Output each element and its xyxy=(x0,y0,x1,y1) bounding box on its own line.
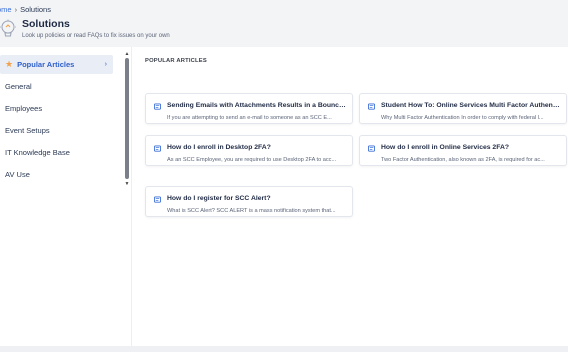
scroll-down-arrow-icon[interactable]: ▼ xyxy=(124,181,130,187)
article-icon xyxy=(154,145,161,152)
article-icon xyxy=(368,103,375,110)
article-title[interactable]: How do I enroll in Online Services 2FA? xyxy=(381,144,561,151)
sidebar-item-label: General xyxy=(5,82,32,91)
category-sidebar: ★ Popular Articles › General Employees Ev… xyxy=(0,47,123,346)
article-card[interactable]: Sending Emails with Attachments Results … xyxy=(145,93,353,124)
scroll-up-arrow-icon[interactable]: ▲ xyxy=(124,51,130,57)
sidebar-item-employees[interactable]: Employees xyxy=(0,99,116,118)
article-card[interactable]: How do I enroll in Online Services 2FA? … xyxy=(359,135,567,166)
article-title[interactable]: Sending Emails with Attachments Results … xyxy=(167,102,347,109)
article-title[interactable]: How do I register for SCC Alert? xyxy=(167,195,347,202)
breadcrumb-separator: › xyxy=(14,5,18,14)
article-description: As an SCC Employee, you are required to … xyxy=(167,157,337,163)
sidebar-item-label: Employees xyxy=(5,104,43,113)
article-title[interactable]: How do I enroll in Desktop 2FA? xyxy=(167,144,347,151)
article-description: If you are attempting to send an e-mail … xyxy=(167,115,332,121)
article-card[interactable]: How do I register for SCC Alert? What is… xyxy=(145,186,353,217)
article-icon xyxy=(154,196,161,203)
lightbulb-icon xyxy=(0,19,16,37)
page-header: ome›Solutions Solutions Look up policies… xyxy=(0,0,568,47)
article-description: Why Multi Factor Authentication In order… xyxy=(381,115,544,121)
footer-bar xyxy=(0,346,568,352)
article-icon xyxy=(368,145,375,152)
articles-content: POPULAR ARTICLES Sending Emails with Att… xyxy=(132,47,568,346)
section-label: POPULAR ARTICLES xyxy=(145,58,207,64)
sidebar-item-general[interactable]: General xyxy=(0,77,116,96)
article-icon xyxy=(154,103,161,110)
page-title: Solutions xyxy=(22,18,70,30)
article-card[interactable]: Student How To: Online Services Multi Fa… xyxy=(359,93,567,124)
page-subtitle: Look up policies or read FAQs to fix iss… xyxy=(22,33,170,39)
sidebar-scrollbar[interactable]: ▲ ▼ xyxy=(124,51,130,189)
article-title[interactable]: Student How To: Online Services Multi Fa… xyxy=(381,102,561,109)
article-card[interactable]: How do I enroll in Desktop 2FA? As an SC… xyxy=(145,135,353,166)
scrollbar-thumb[interactable] xyxy=(125,58,129,179)
main-panel: ★ Popular Articles › General Employees Ev… xyxy=(0,47,568,346)
sidebar-item-event-setups[interactable]: Event Setups xyxy=(0,121,116,140)
star-icon: ★ xyxy=(5,59,14,69)
article-description: What is SCC Alert? SCC ALERT is a mass n… xyxy=(167,208,336,214)
sidebar-item-label: AV Use xyxy=(5,170,30,179)
breadcrumb-current: Solutions xyxy=(20,5,51,14)
sidebar-item-label: Event Setups xyxy=(5,126,50,135)
sidebar-item-it-knowledge-base[interactable]: IT Knowledge Base xyxy=(0,143,116,162)
sidebar-item-av-use[interactable]: AV Use xyxy=(0,165,116,184)
breadcrumb-home-link[interactable]: ome xyxy=(0,5,12,14)
breadcrumb: ome›Solutions xyxy=(0,5,51,14)
chevron-right-icon: › xyxy=(104,61,107,68)
sidebar-item-label: IT Knowledge Base xyxy=(5,148,70,157)
sidebar-item-label: Popular Articles xyxy=(17,60,75,69)
article-description: Two Factor Authentication, also known as… xyxy=(381,157,545,163)
sidebar-item-popular-articles[interactable]: ★ Popular Articles › xyxy=(0,55,113,74)
